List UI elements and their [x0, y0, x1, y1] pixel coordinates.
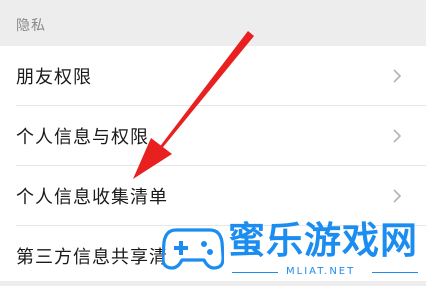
row-label: 个人信息收集清单: [16, 187, 168, 208]
divider: [372, 272, 418, 273]
chevron-right-icon: [393, 189, 402, 203]
row-label: 第三方信息共享清: [16, 247, 168, 268]
row-friend-permissions[interactable]: 朋友权限: [0, 46, 426, 106]
chevron-right-icon: [393, 69, 402, 83]
chevron-right-icon: [393, 129, 402, 143]
watermark: 蜜乐游戏网 MLIAT.NET: [162, 218, 426, 281]
row-personal-info-collection-list[interactable]: 个人信息收集清单: [0, 166, 426, 226]
row-label: 个人信息与权限: [16, 127, 149, 148]
watermark-name: 蜜乐游戏网: [228, 219, 418, 262]
row-label: 朋友权限: [16, 67, 92, 88]
section-title: 隐私: [16, 18, 46, 34]
divider: [232, 272, 278, 273]
watermark-url-row: MLIAT.NET: [232, 266, 422, 278]
section-header: 隐私: [0, 0, 426, 46]
gamepad-logo-icon: [162, 228, 224, 270]
watermark-url: MLIAT.NET: [286, 266, 356, 277]
row-personal-info-permissions[interactable]: 个人信息与权限: [0, 106, 426, 166]
